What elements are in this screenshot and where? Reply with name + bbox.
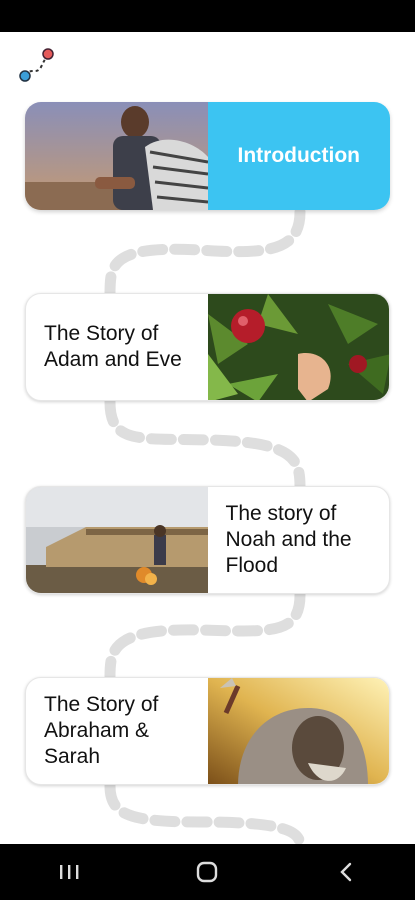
lesson-title-area: The story of Noah and the Flood <box>208 487 390 593</box>
lesson-title: The story of Noah and the Flood <box>225 502 352 577</box>
lesson-thumbnail-introduction <box>25 102 208 210</box>
lesson-title: The Story of Abraham & Sarah <box>44 693 159 768</box>
lesson-card-noah[interactable]: The story of Noah and the Flood <box>25 486 390 594</box>
lesson-thumbnail-abraham-and-sarah <box>207 678 389 784</box>
lesson-title-area: The Story of Abraham & Sarah <box>26 678 208 784</box>
lesson-thumbnail-noah <box>26 487 208 593</box>
lesson-title: The Story of Adam and Eve <box>44 322 182 371</box>
lesson-title-area: The Story of Adam and Eve <box>26 294 208 400</box>
back-icon[interactable] <box>316 852 376 892</box>
system-nav-bar <box>0 844 415 900</box>
lesson-card-introduction[interactable]: Introduction <box>25 102 390 210</box>
lesson-title: Introduction <box>237 144 360 167</box>
home-icon[interactable] <box>177 852 237 892</box>
lesson-thumbnail-adam-and-eve <box>207 294 389 400</box>
lesson-card-adam-and-eve[interactable]: The Story of Adam and Eve <box>25 293 390 401</box>
lesson-title-area: Introduction <box>207 102 390 210</box>
lesson-card-abraham-and-sarah[interactable]: The Story of Abraham & Sarah <box>25 677 390 785</box>
recent-apps-icon[interactable] <box>39 852 99 892</box>
